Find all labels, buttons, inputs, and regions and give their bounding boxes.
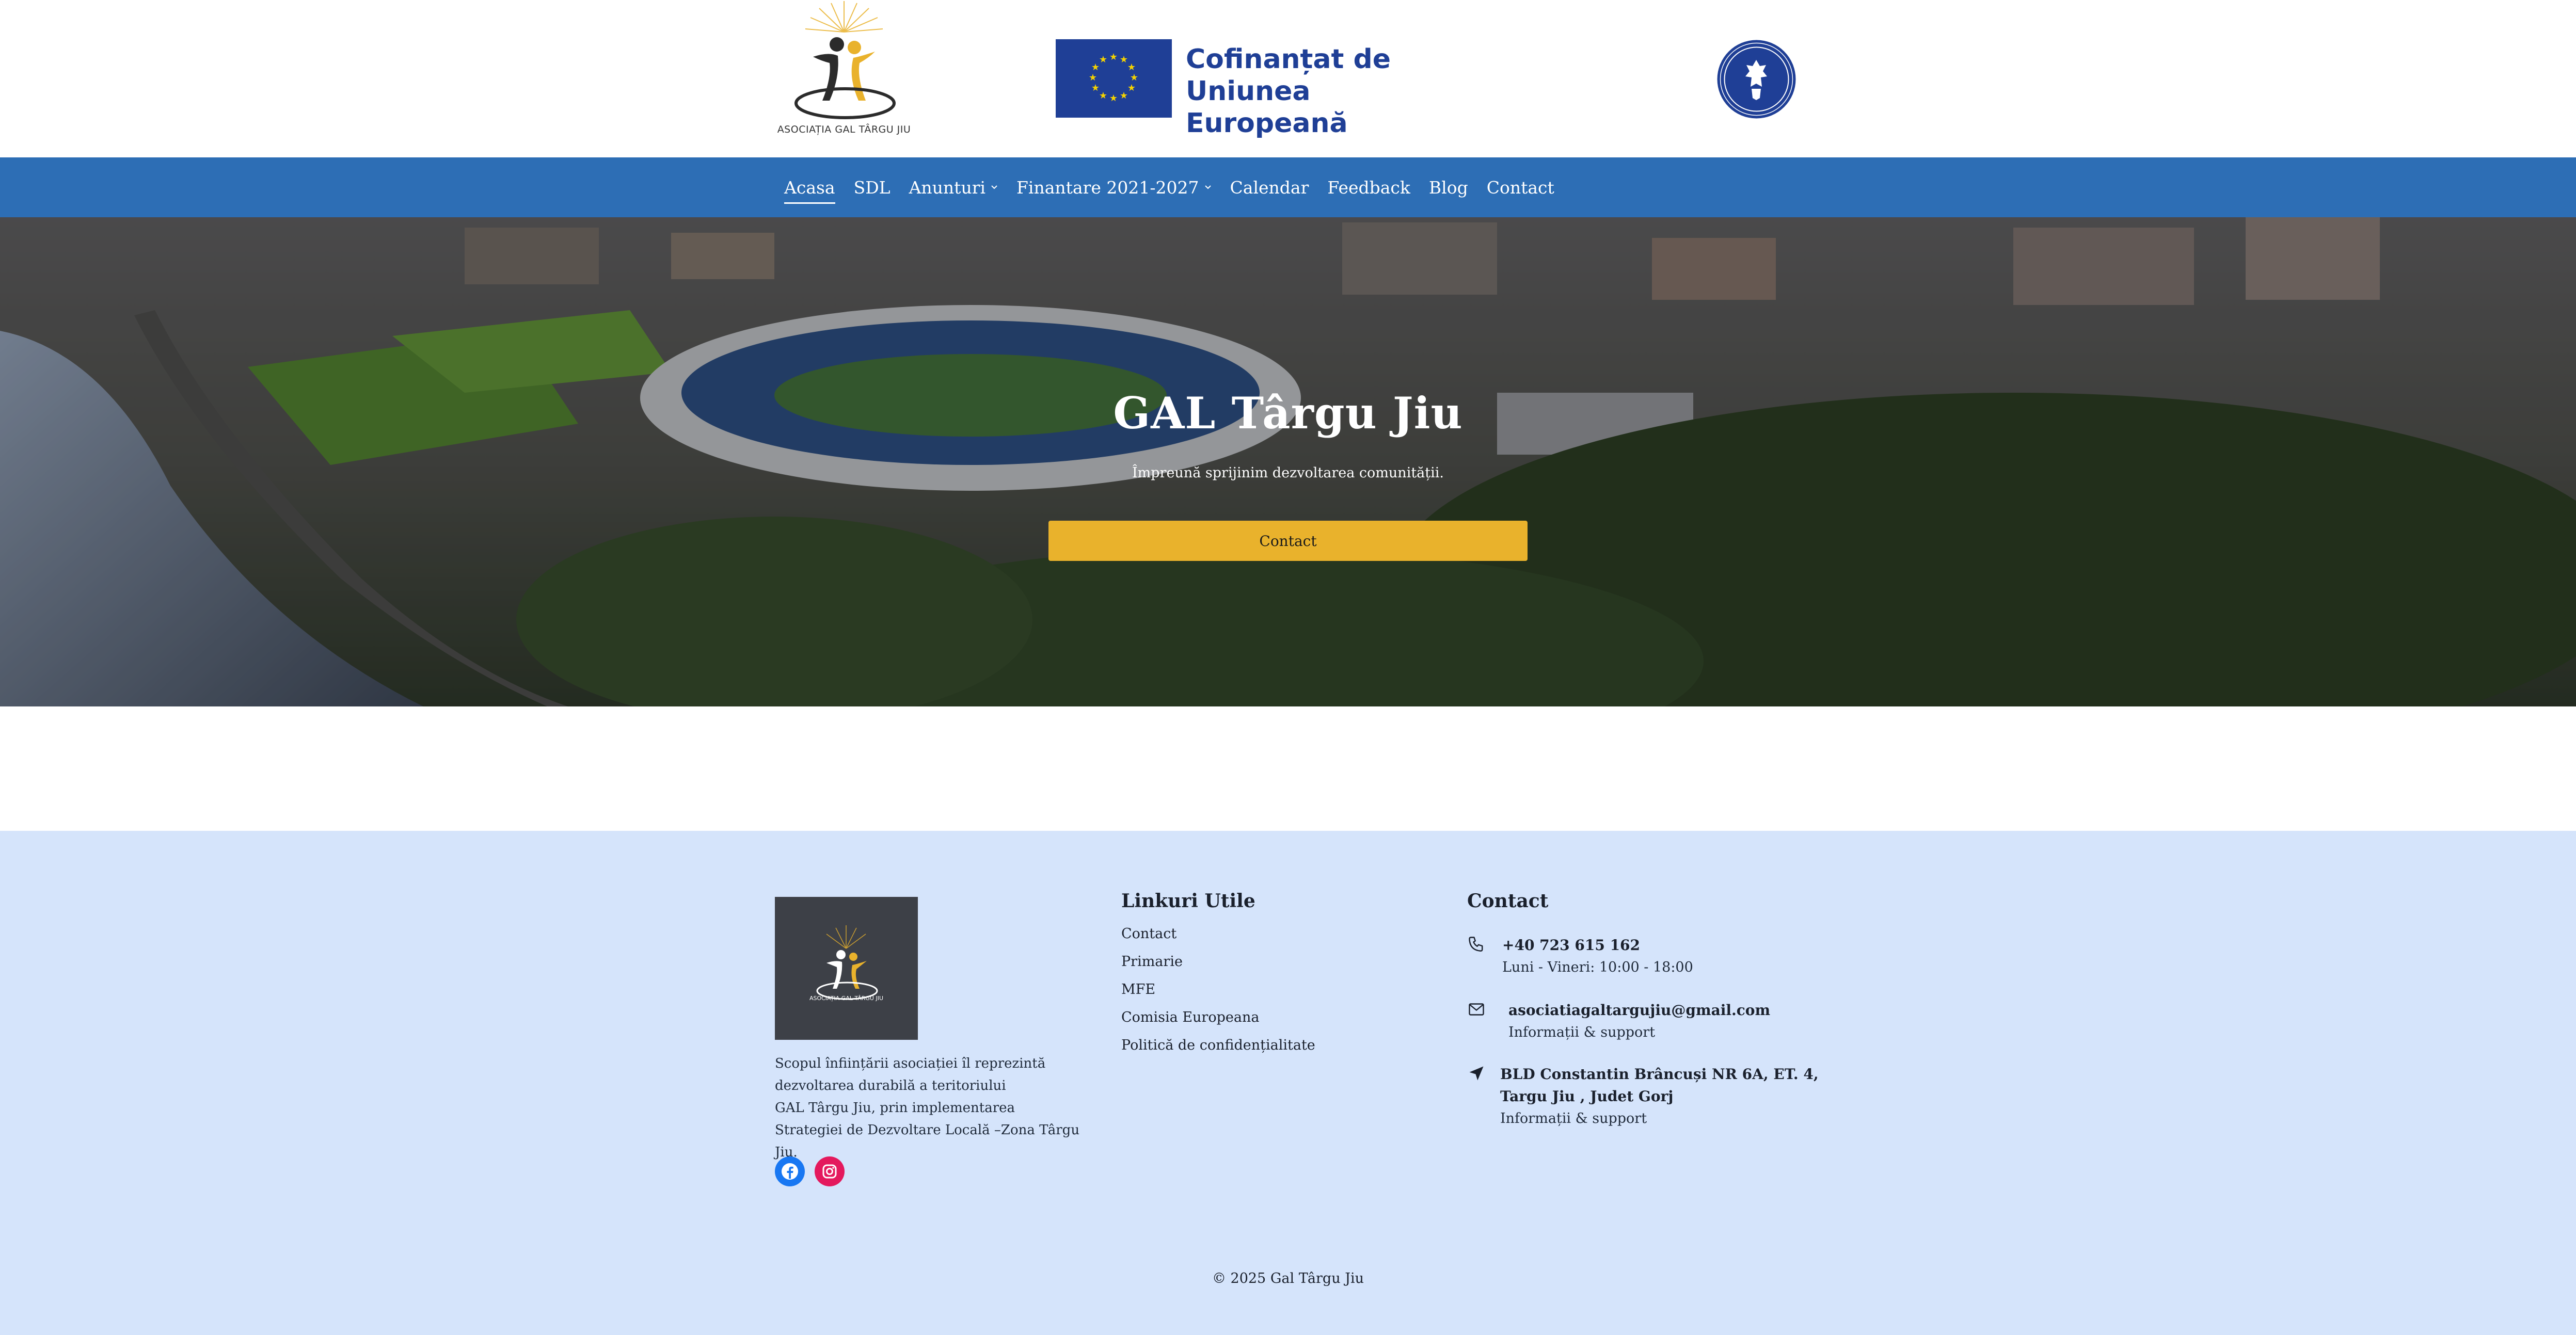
- site-header: ASOCIAȚIA GAL TÂRGU JIU ★ ★ ★ ★ ★ ★ ★ ★ …: [0, 0, 2576, 157]
- svg-text:★: ★: [1099, 54, 1107, 65]
- eu-text-line2: Uniunea Europeană: [1186, 76, 1348, 139]
- eu-cofinancing-text: Cofinanțat de Uniunea Europeană: [1186, 43, 1444, 139]
- nav-item-label: Feedback: [1327, 177, 1410, 198]
- hero-section: GAL Târgu Jiu Împreună sprijinim dezvolt…: [0, 217, 2576, 706]
- chevron-down-icon: [1204, 185, 1211, 189]
- location-arrow-icon: [1469, 1066, 1484, 1081]
- nav-items: Acasa SDL Anunturi Finantare 2021-2027 C…: [784, 157, 1573, 217]
- nav-item-label: Contact: [1486, 177, 1554, 198]
- svg-text:★: ★: [1109, 93, 1118, 104]
- nav-item-label: Calendar: [1230, 177, 1309, 198]
- nav-item-finantare[interactable]: Finantare 2021-2027: [1016, 178, 1211, 198]
- nav-item-sdl[interactable]: SDL: [854, 178, 891, 198]
- nav-item-calendar[interactable]: Calendar: [1230, 178, 1309, 198]
- hero-title: GAL Târgu Jiu: [1113, 388, 1463, 439]
- instagram-icon: [822, 1164, 837, 1179]
- svg-text:★: ★: [1091, 62, 1100, 73]
- phone-number[interactable]: +40 723 615 162: [1502, 934, 1640, 956]
- chevron-down-icon: [991, 185, 997, 189]
- nav-item-label: Acasa: [784, 177, 835, 198]
- copyright-text: © 2025 Gal Târgu Jiu: [1212, 1270, 1364, 1286]
- footer-link-mfe[interactable]: MFE: [1121, 976, 1315, 1004]
- footer-link-primarie[interactable]: Primarie: [1121, 948, 1315, 976]
- svg-text:★: ★: [1130, 72, 1138, 83]
- nav-item-feedback[interactable]: Feedback: [1327, 178, 1410, 198]
- site-footer: ASOCIAȚIA GAL TÂRGU JIU Scopul înființăr…: [0, 831, 2576, 1335]
- address-line2: Targu Jiu , Judet Gorj: [1500, 1088, 1674, 1105]
- nav-item-acasa[interactable]: Acasa: [784, 177, 835, 204]
- footer-logo-caption: ASOCIAȚIA GAL TÂRGU JIU: [809, 995, 884, 1002]
- mail-icon: [1469, 1003, 1484, 1016]
- nav-item-anunturi[interactable]: Anunturi: [909, 178, 998, 198]
- main-navigation: Acasa SDL Anunturi Finantare 2021-2027 C…: [0, 157, 2576, 217]
- hero-contact-button[interactable]: Contact: [1048, 521, 1528, 561]
- gal-logo[interactable]: [782, 0, 906, 139]
- contact-column-title: Contact: [1467, 890, 1549, 912]
- svg-text:★: ★: [1120, 54, 1128, 65]
- romanian-government-seal-icon: [1717, 40, 1796, 119]
- address-note: Informații & support: [1500, 1111, 1647, 1127]
- hero-background-image: [0, 217, 2576, 706]
- eu-cofinancing-banner: ★ ★ ★ ★ ★ ★ ★ ★ ★ ★ ★ ★ Cofinanțat de Un…: [1056, 39, 1438, 139]
- facebook-link[interactable]: [775, 1156, 805, 1186]
- footer-link-privacy-policy[interactable]: Politică de confidențialitate: [1121, 1032, 1315, 1059]
- svg-text:★: ★: [1109, 52, 1118, 62]
- links-column-title: Linkuri Utile: [1121, 890, 1255, 912]
- svg-text:★: ★: [1127, 62, 1136, 73]
- svg-text:★: ★: [1089, 72, 1097, 83]
- footer-logo[interactable]: ASOCIAȚIA GAL TÂRGU JIU: [775, 897, 918, 1040]
- nav-item-label: Finantare 2021-2027: [1016, 177, 1199, 198]
- svg-text:★: ★: [1099, 90, 1107, 101]
- svg-text:★: ★: [1091, 83, 1100, 93]
- phone-hours: Luni - Vineri: 10:00 - 18:00: [1502, 959, 1693, 975]
- footer-link-comisia-europeana[interactable]: Comisia Europeana: [1121, 1004, 1315, 1032]
- footer-logo-graphic: [816, 925, 878, 1000]
- address-line1: BLD Constantin Brâncuși NR 6A, ET. 4,: [1500, 1066, 1819, 1083]
- nav-item-label: Blog: [1428, 177, 1468, 198]
- nav-item-label: SDL: [853, 177, 891, 198]
- email-note: Informații & support: [1508, 1024, 1656, 1040]
- email-address[interactable]: asociatiagaltargujiu@gmail.com: [1508, 999, 1770, 1021]
- phone-icon: [1469, 937, 1483, 952]
- useful-links-list: Contact Primarie MFE Comisia Europeana P…: [1121, 920, 1315, 1059]
- svg-text:★: ★: [1127, 83, 1136, 93]
- svg-text:★: ★: [1120, 90, 1128, 101]
- eu-flag-icon: ★ ★ ★ ★ ★ ★ ★ ★ ★ ★ ★ ★: [1056, 39, 1172, 118]
- nav-item-contact[interactable]: Contact: [1487, 178, 1554, 198]
- nav-item-label: Anunturi: [909, 177, 986, 198]
- logo-caption: ASOCIAȚIA GAL TÂRGU JIU: [777, 124, 911, 135]
- hero-subtitle: Împreună sprijinim dezvoltarea comunităț…: [1132, 465, 1444, 481]
- footer-about-text: Scopul înființării asociației îl reprezi…: [775, 1056, 1080, 1160]
- instagram-link[interactable]: [815, 1156, 845, 1186]
- eu-text-line1: Cofinanțat de: [1186, 44, 1391, 75]
- nav-item-blog[interactable]: Blog: [1429, 178, 1468, 198]
- facebook-icon: [782, 1163, 798, 1180]
- footer-link-contact[interactable]: Contact: [1121, 920, 1315, 948]
